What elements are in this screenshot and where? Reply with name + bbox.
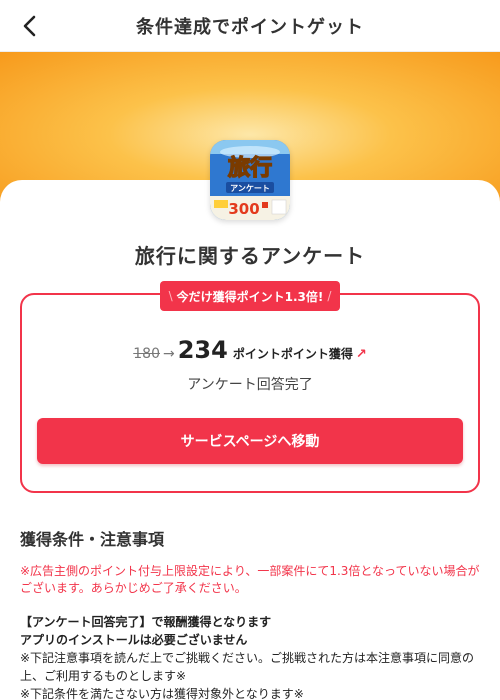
app-icon-price: 300: [228, 200, 259, 218]
points-label: ポイントポイント獲得: [232, 347, 353, 361]
completion-condition: アンケート回答完了: [187, 377, 313, 393]
note-line-2: アプリのインストールは必要ございません: [20, 633, 248, 647]
points-row: 180 → 234 ポイントポイント獲得 ↗: [0, 336, 500, 364]
external-link-icon[interactable]: ↗: [356, 347, 367, 362]
back-button[interactable]: [14, 10, 46, 42]
note-line-1: 【アンケート回答完了】で報酬獲得となります: [20, 615, 272, 629]
warning-text: ※広告主側のポイント付与上限設定により、一部案件にて1.3倍となっていない場合が…: [20, 564, 480, 595]
bonus-badge-text: 今だけ獲得ポイント1.3倍!: [176, 289, 324, 304]
chevron-left-icon: [23, 15, 36, 37]
conditions-title: 獲得条件・注意事項: [20, 530, 165, 549]
app-icon-banner: アンケート: [230, 184, 270, 193]
survey-title: 旅行に関するアンケート: [134, 244, 366, 268]
note-line-4: ※下記条件を満たさない方は獲得対象外となります※: [20, 687, 304, 700]
badge-slash-right: /: [327, 289, 332, 303]
old-points: 180: [133, 346, 160, 362]
service-page-button[interactable]: サービスページへ移動: [37, 418, 463, 464]
badge-slash-left: \: [168, 289, 173, 303]
new-points: 234: [177, 336, 228, 364]
travel-survey-app-icon: 旅行 アンケート 300: [210, 140, 290, 220]
arrow-right-icon: →: [162, 346, 175, 362]
note-line-3: ※下記注意事項を読んだ上でご挑戦ください。ご挑戦された方は本注意事項に同意の上、…: [20, 651, 475, 683]
notes-block: 【アンケート回答完了】で報酬獲得となります アプリのインストールは必要ございませ…: [20, 613, 482, 700]
app-icon-title: 旅行: [228, 155, 272, 181]
bonus-badge: \ 今だけ獲得ポイント1.3倍! /: [160, 281, 340, 311]
page-title: 条件達成でポイントゲット: [136, 16, 364, 38]
top-bar: 条件達成でポイントゲット: [0, 0, 500, 52]
